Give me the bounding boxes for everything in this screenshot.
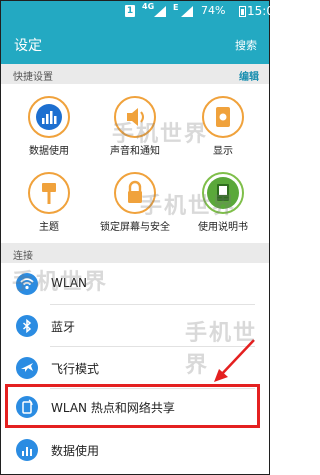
search-button[interactable]: 搜索 <box>235 37 257 53</box>
list-item-label: 蓝牙 <box>51 320 76 334</box>
watermark-text: 手机世界 <box>140 194 237 219</box>
quick-setting-theme[interactable]: 主题 <box>6 172 92 233</box>
list-item-label: 数据使用 <box>51 444 100 458</box>
watermark-text: 手机世界 <box>12 270 109 295</box>
network-type: 4G <box>142 2 155 11</box>
watermark-text: 手机世界 <box>185 321 258 378</box>
watermark: 手机世界 <box>112 116 208 148</box>
quick-setting-label: 锁定屏幕与安全 <box>100 222 170 233</box>
watermark: 手机世界 <box>140 188 236 220</box>
network-type-2: E <box>173 3 179 12</box>
airplane-icon <box>16 357 38 379</box>
quick-setting-label: 数据使用 <box>29 146 69 157</box>
signal-icon-2 <box>181 6 193 17</box>
battery-icon <box>239 6 246 17</box>
data-usage-icon <box>28 96 70 138</box>
connections-header: 连接 <box>1 243 269 263</box>
section-title: 快捷设置 <box>13 72 53 83</box>
sim-indicator: 1 <box>125 5 135 17</box>
list-item-label: 飞行模式 <box>51 362 100 376</box>
app-bar: 设定 搜索 <box>1 22 269 64</box>
signal-icon <box>154 6 166 17</box>
page-title: 设定 <box>14 38 42 54</box>
display-icon <box>202 96 244 138</box>
quick-setting-label: 使用说明书 <box>198 222 248 233</box>
bluetooth-icon <box>16 315 38 337</box>
edit-button[interactable]: 编辑 <box>239 68 259 83</box>
highlight-box <box>5 384 260 428</box>
quick-setting-label: 主题 <box>39 222 59 233</box>
watermark-text: 手机世界 <box>112 122 209 147</box>
theme-brush-icon <box>28 172 70 214</box>
quick-setting-data-usage[interactable]: 数据使用 <box>6 96 92 157</box>
quick-settings-header: 快捷设置 编辑 <box>1 64 269 84</box>
list-item-data-usage[interactable]: 数据使用 <box>1 429 269 470</box>
status-bar: 1 4G E 74% 15:09 <box>1 1 282 22</box>
section-title: 连接 <box>13 251 33 262</box>
watermark: 手机世界 <box>12 264 108 296</box>
watermark: 手机世界 <box>185 315 270 379</box>
battery-percent: 74% <box>201 4 226 17</box>
data-usage-icon <box>16 439 38 461</box>
clock: 15:09 <box>247 4 282 18</box>
